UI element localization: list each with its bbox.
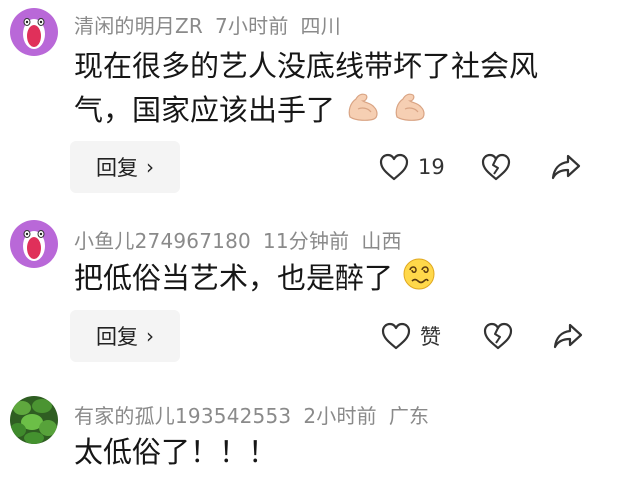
comment-item: 有家的孤儿193542553 2小时前 广东 太低俗了！！！ — [0, 380, 640, 480]
location: 四川 — [300, 14, 341, 38]
avatar[interactable] — [10, 220, 58, 268]
timestamp: 7小时前 — [215, 14, 289, 38]
flexed-biceps-emoji-icon — [344, 89, 382, 135]
comment-meta: 清闲的明月ZR 7小时前 四川 — [74, 10, 353, 39]
like-label: 赞 — [420, 325, 441, 349]
location: 广东 — [388, 404, 430, 428]
comment-text-line: 现在很多的艺人没底线带坏了社会风 — [74, 49, 539, 83]
username[interactable]: 清闲的明月ZR — [74, 14, 203, 38]
share-arrow-icon — [551, 154, 581, 180]
share-arrow-icon — [553, 323, 583, 349]
comment-meta: 有家的孤儿193542553 2小时前 广东 — [74, 400, 441, 429]
reply-button-label: 回复 — [96, 325, 138, 349]
like-button[interactable]: 19 — [378, 152, 445, 182]
comment-text-line: 把低俗当艺术，也是醉了 — [74, 261, 394, 295]
reply-button-label: 回复 — [96, 156, 138, 180]
comment-text: 把低俗当艺术，也是醉了 — [74, 256, 594, 303]
timestamp: 2小时前 — [303, 404, 377, 428]
share-button[interactable] — [550, 152, 582, 182]
heart-icon — [381, 322, 411, 350]
chevron-right-icon: › — [146, 324, 154, 348]
like-button[interactable]: 赞 — [380, 321, 441, 351]
like-count: 19 — [418, 155, 445, 179]
comment-item: 小鱼儿274967180 11分钟前 山西 把低俗当艺术，也是醉了 回复 › 赞 — [0, 200, 640, 380]
heart-icon — [379, 153, 409, 181]
comment-meta: 小鱼儿274967180 11分钟前 山西 — [74, 225, 414, 254]
broken-heart-icon — [483, 322, 513, 350]
comment-text-line: 太低俗了！！！ — [74, 435, 278, 469]
timestamp: 11分钟前 — [262, 229, 350, 253]
green-plant-avatar-icon — [10, 396, 58, 444]
comment-text: 现在很多的艺人没底线带坏了社会风 气，国家应该出手了 — [74, 44, 594, 135]
comment-item: 清闲的明月ZR 7小时前 四川 现在很多的艺人没底线带坏了社会风 气，国家应该出手了… — [0, 0, 640, 200]
broken-heart-icon — [481, 153, 511, 181]
flexed-biceps-emoji-icon — [391, 89, 429, 135]
avatar[interactable] — [10, 396, 58, 444]
dislike-button[interactable] — [482, 321, 514, 351]
screaming-face-avatar-icon — [10, 220, 58, 268]
reply-button[interactable]: 回复 › — [70, 141, 180, 193]
dizzy-face-emoji-icon — [402, 257, 436, 303]
comment-text-line: 气，国家应该出手了 — [74, 93, 336, 127]
comment-text-line-with-emoji: 气，国家应该出手了 — [74, 88, 594, 135]
username[interactable]: 有家的孤儿193542553 — [74, 404, 291, 428]
dislike-button[interactable] — [480, 152, 512, 182]
share-button[interactable] — [552, 321, 584, 351]
comment-text: 太低俗了！！！ — [74, 430, 594, 474]
username[interactable]: 小鱼儿274967180 — [74, 229, 251, 253]
reply-button[interactable]: 回复 › — [70, 310, 180, 362]
location: 山西 — [361, 229, 402, 253]
screaming-face-avatar-icon — [10, 8, 58, 56]
avatar[interactable] — [10, 8, 58, 56]
chevron-right-icon: › — [146, 155, 154, 179]
